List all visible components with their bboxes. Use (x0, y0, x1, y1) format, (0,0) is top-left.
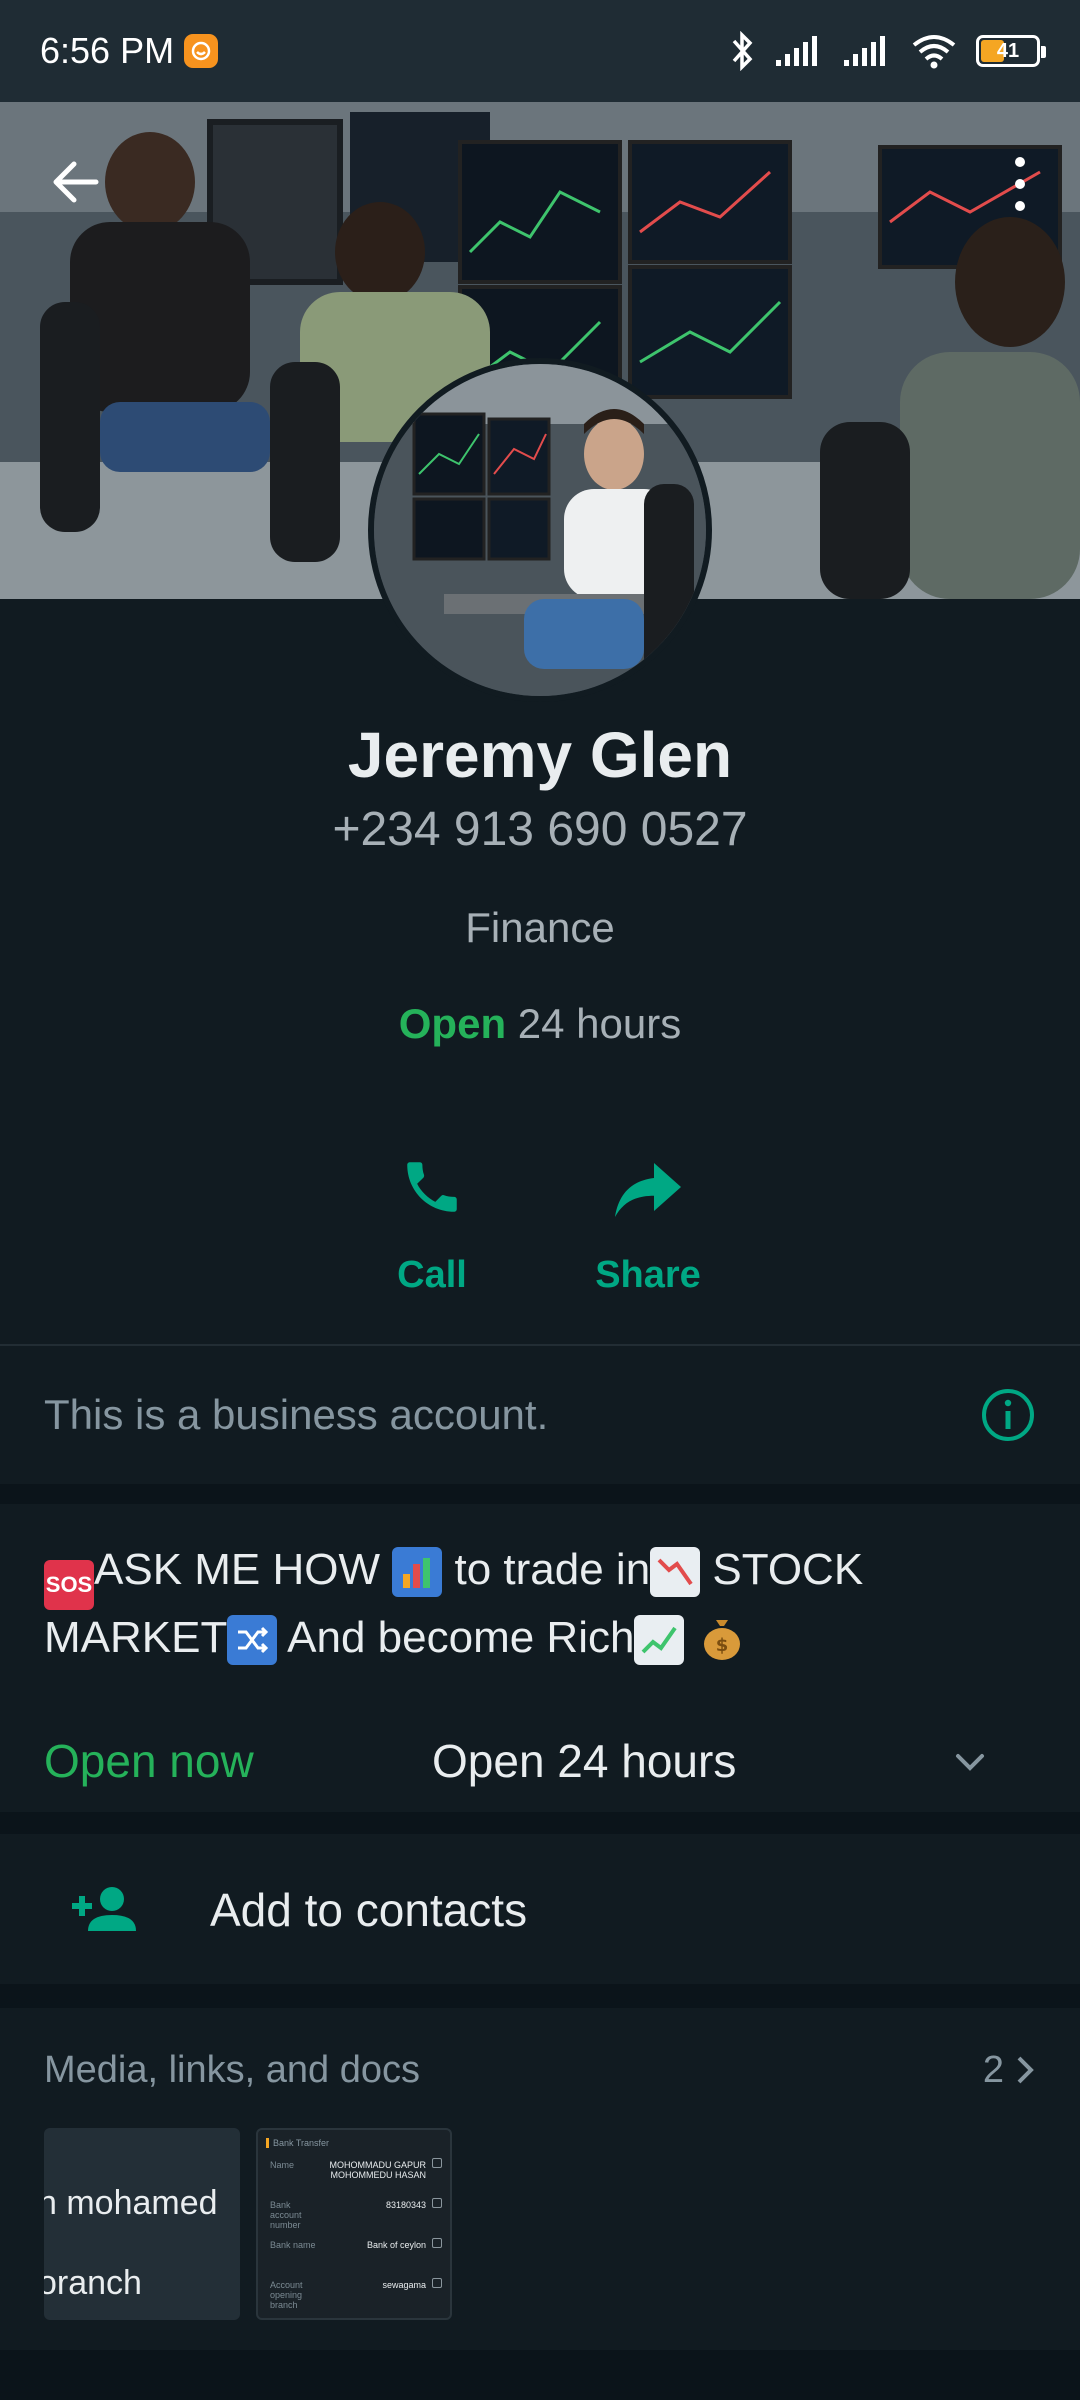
add-person-icon (72, 1886, 136, 1931)
business-account-row[interactable]: This is a business account. (0, 1346, 1080, 1484)
info-icon[interactable] (980, 1387, 1036, 1443)
profile-avatar[interactable] (368, 358, 712, 702)
battery-icon: 41 (976, 35, 1046, 67)
business-description: SOSASK ME HOW to trade in STOCK MARKET A… (44, 1542, 1044, 1666)
add-to-contacts-label: Add to contacts (210, 1884, 528, 1936)
add-to-contacts-button[interactable]: Add to contacts (0, 1840, 1080, 1980)
thumb-text-line-1: n mohamed (44, 2184, 218, 2222)
phone-icon (407, 1162, 457, 1212)
bluetooth-icon (732, 31, 753, 71)
bank-row-key: Bank name (270, 2240, 316, 2250)
sos-icon: SOS (44, 1560, 94, 1610)
bank-row: Bank name Bank of ceylon (266, 2238, 442, 2278)
media-count-value: 2 (982, 2048, 1004, 2091)
share-button[interactable]: Share (548, 1130, 748, 1297)
status-left: 6:56 PM (40, 30, 219, 72)
media-thumbnail[interactable]: n mohamed oranch (44, 2128, 240, 2320)
copy-icon (432, 2198, 442, 2208)
wifi-icon (912, 35, 956, 69)
bank-row: Bank account number 83180343 (266, 2198, 442, 2238)
bank-row-value: Bank of ceylon (366, 2240, 426, 2250)
media-thumbnail[interactable]: Bank Transfer Name MOHOMMADU GAPUR MOHOMM… (256, 2128, 452, 2320)
battery-level: 41 (996, 39, 1020, 62)
business-account-note: This is a business account. (44, 1391, 549, 1438)
business-profile-screen: 6:56 PM 41 Jeremy Glen +234 913 690 0527… (0, 0, 1080, 2400)
bank-row-key: Name (270, 2160, 295, 2170)
profile-name: Jeremy Glen (347, 719, 733, 791)
open-status: Open (398, 1000, 507, 1047)
bank-row-value: MOHOMMADU GAPUR MOHOMMEDU HASAN (329, 2160, 427, 2180)
profile-phone: +234 913 690 0527 (332, 803, 748, 856)
share-label: Share (595, 1254, 701, 1296)
media-count[interactable]: 2 (983, 2049, 1036, 2092)
section-gap (0, 1484, 1080, 1504)
thumb-text-line-2: oranch (44, 2264, 142, 2302)
money-bag-icon: $ (697, 1612, 747, 1662)
business-category: Finance (465, 904, 615, 951)
signal-icon (776, 36, 817, 66)
open-now-label: Open now (44, 1735, 254, 1787)
call-button[interactable]: Call (332, 1130, 532, 1297)
description-part-2: to trade in (442, 1545, 651, 1594)
avatar-image (374, 364, 706, 696)
signal-icon (844, 36, 885, 66)
app-notification-icon (184, 34, 219, 68)
bank-row: Account opening branch sewagama (266, 2278, 442, 2318)
bank-row: Name MOHOMMADU GAPUR MOHOMMEDU HASAN (266, 2158, 442, 2198)
section-gap (0, 1812, 1080, 1834)
media-links-docs-header[interactable]: Media, links, and docs 2 (44, 2040, 1036, 2100)
status-bar: 6:56 PM 41 (0, 0, 1080, 102)
hours-detail: 24 hours (506, 1000, 682, 1047)
call-label: Call (397, 1254, 467, 1296)
bar-chart-icon (392, 1547, 443, 1597)
action-buttons: Call Share (0, 1130, 1080, 1310)
back-arrow-icon[interactable] (46, 152, 106, 212)
copy-icon (432, 2238, 442, 2248)
chart-increasing-icon (634, 1615, 685, 1665)
share-icon (615, 1163, 681, 1217)
bank-transfer-title: Bank Transfer (266, 2138, 442, 2148)
hours-value: Open 24 hours (432, 1735, 737, 1787)
bank-row-value: sewagama (382, 2280, 426, 2290)
section-gap (0, 1984, 1080, 2008)
business-hours-summary: Open 24 hours (0, 1000, 1080, 1048)
chevron-down-icon[interactable] (950, 1742, 990, 1782)
bank-row-key: Bank account number (270, 2200, 302, 2230)
svg-text:$: $ (715, 1635, 728, 1656)
bottom-gap (0, 2350, 1080, 2400)
copy-icon (432, 2278, 442, 2288)
bank-row-key: Account opening branch (270, 2280, 303, 2310)
description-part-4: And become Rich (277, 1613, 635, 1662)
business-hours-row[interactable]: Open now Open 24 hours (0, 1720, 1080, 1810)
copy-icon (432, 2158, 442, 2168)
bank-row-value: 83180343 (385, 2200, 426, 2210)
status-time: 6:56 PM (40, 30, 175, 71)
chart-decreasing-icon (650, 1547, 701, 1597)
more-options-icon[interactable] (1008, 152, 1032, 216)
media-title: Media, links, and docs (44, 2048, 420, 2091)
description-part-1: ASK ME HOW (94, 1545, 381, 1594)
shuffle-icon (227, 1615, 278, 1665)
status-right: 41 (728, 31, 1046, 71)
chevron-right-icon (1017, 2056, 1034, 2084)
